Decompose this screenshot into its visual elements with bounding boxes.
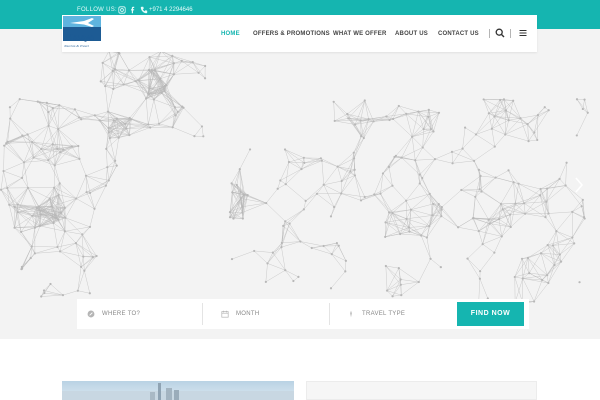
hero-banner bbox=[0, 29, 600, 339]
travel-type-placeholder: TRAVEL TYPE bbox=[362, 311, 406, 317]
follow-us-label: FOLLOW US: bbox=[77, 7, 118, 13]
find-now-button[interactable]: FIND NOW bbox=[457, 302, 524, 326]
location-icon bbox=[87, 310, 95, 318]
world-network-map bbox=[0, 49, 589, 309]
destination-card-image[interactable] bbox=[62, 381, 294, 400]
nav-about-us[interactable]: ABOUT US bbox=[395, 31, 428, 37]
nav-home[interactable]: HOME bbox=[221, 31, 240, 37]
city-skyline-image bbox=[62, 383, 294, 400]
facebook-icon[interactable] bbox=[129, 6, 137, 14]
phone-icon bbox=[140, 6, 148, 14]
instagram-icon[interactable] bbox=[118, 6, 126, 14]
calendar-icon bbox=[221, 310, 229, 318]
logo-tagline: Tourism & Travel bbox=[64, 44, 89, 48]
main-navbar: Mazaya Tourism & Travel HOME OFFERS & PR… bbox=[62, 15, 537, 52]
phone-number[interactable]: +971 4 2294646 bbox=[149, 7, 193, 13]
nav-offers-promotions[interactable]: OFFERS & PROMOTIONS bbox=[253, 31, 330, 37]
month-placeholder: MONTH bbox=[236, 311, 260, 317]
nav-contact-us[interactable]: CONTACT US bbox=[438, 31, 479, 37]
travel-type-field[interactable]: TRAVEL TYPE bbox=[337, 299, 455, 329]
nav-separator bbox=[489, 29, 490, 38]
field-divider bbox=[202, 303, 203, 325]
nav-separator bbox=[510, 29, 511, 38]
slider-next-arrow-icon[interactable] bbox=[574, 177, 584, 193]
where-to-field[interactable]: WHERE TO? bbox=[77, 299, 202, 329]
where-to-placeholder: WHERE TO? bbox=[102, 311, 141, 317]
search-icon[interactable] bbox=[495, 28, 505, 38]
month-field[interactable]: MONTH bbox=[211, 299, 329, 329]
nav-what-we-offer[interactable]: WHAT WE OFFER bbox=[333, 31, 386, 37]
field-divider bbox=[329, 303, 330, 325]
logo-brand: Mazaya bbox=[65, 32, 94, 42]
destination-card[interactable] bbox=[306, 381, 537, 400]
travel-type-icon bbox=[350, 310, 352, 318]
menu-icon[interactable] bbox=[518, 28, 528, 38]
